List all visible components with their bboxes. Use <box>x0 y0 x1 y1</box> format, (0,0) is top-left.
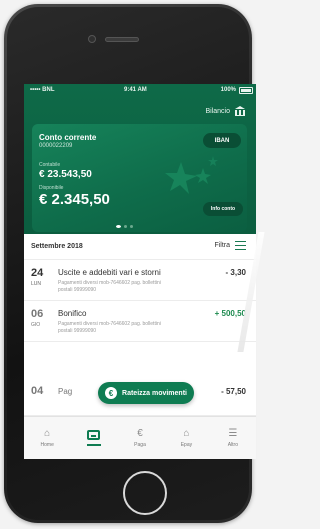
tab-label: Paga <box>134 441 146 448</box>
contabile-label: Contabile <box>39 162 61 168</box>
month-label: Settembre 2018 <box>31 243 83 250</box>
filter-icon <box>235 241 246 250</box>
transaction-day: 04 <box>31 385 44 397</box>
transaction-title: Uscite e addebiti vari e storni <box>58 268 161 277</box>
tab-label: Home <box>40 441 54 448</box>
tab-paga[interactable]: € Paga <box>117 417 163 459</box>
iban-button[interactable]: IBAN <box>203 133 241 148</box>
battery-icon <box>239 87 253 94</box>
transaction-title: Bonifico <box>58 309 87 318</box>
transaction-amount: + 500,50 <box>214 309 246 318</box>
status-bar: ••••• BNL 9:41 AM 100% <box>24 84 256 98</box>
pager-dot <box>116 225 121 228</box>
account-title: Conto corrente <box>39 133 97 142</box>
bnl-stars-logo <box>165 156 218 194</box>
pager-dot <box>124 225 127 228</box>
transaction-weekday: GIO <box>31 322 41 328</box>
euro-refresh-icon: € <box>105 387 118 399</box>
transaction-row[interactable]: 24 LUN Uscite e addebiti vari e storni P… <box>24 260 256 301</box>
tab-conto[interactable] <box>70 417 116 459</box>
battery-percent: 100% <box>220 87 236 93</box>
info-conto-button[interactable]: Info conto <box>203 202 243 216</box>
home-button[interactable] <box>123 471 167 515</box>
transaction-amount: - 57,50 <box>221 387 246 396</box>
account-card[interactable]: Conto corrente 0000022209 IBAN Contabile… <box>32 124 247 232</box>
euro-icon: € <box>137 427 143 439</box>
account-header: ••••• BNL 9:41 AM 100% Bilancio Conto co… <box>24 84 256 234</box>
earpiece-speaker <box>105 37 139 42</box>
transaction-subtitle: Pagamenti diversi mob-7646602 pag. bolle… <box>58 280 161 293</box>
tab-altro[interactable]: ☰ Altro <box>210 417 256 459</box>
tab-label: Altro <box>227 441 238 448</box>
active-tab-indicator <box>86 444 101 446</box>
contabile-amount: € 23.543,50 <box>39 169 92 180</box>
card-pager[interactable] <box>116 225 133 228</box>
wallet-icon <box>87 430 101 440</box>
carrier-text: ••••• BNL <box>30 87 55 93</box>
disponibile-amount: € 2.345,50 <box>39 191 110 208</box>
account-number: 0000022209 <box>39 143 73 149</box>
bilancio-label: Bilancio <box>205 107 230 115</box>
clock-text: 9:41 AM <box>124 87 147 93</box>
filter-label: Filtra <box>214 242 230 249</box>
tab-home[interactable]: ⌂ Home <box>24 417 70 459</box>
bottom-tab-bar: ⌂ Home € Paga ⌂ Epay ☰ Altro <box>24 416 256 459</box>
transactions-header: Settembre 2018 Filtra <box>24 234 256 260</box>
bank-icon <box>234 106 246 116</box>
transaction-weekday: LUN <box>31 281 42 287</box>
rateizza-label: Rateizza movimenti <box>122 389 187 397</box>
app-screen: ••••• BNL 9:41 AM 100% Bilancio Conto co… <box>24 84 256 459</box>
transaction-row[interactable]: 06 GIO Bonifico Pagamenti diversi mob-76… <box>24 301 256 342</box>
rateizza-button[interactable]: € Rateizza movimenti <box>98 382 194 404</box>
menu-icon: ☰ <box>228 427 238 439</box>
filter-button[interactable]: Filtra <box>214 241 246 250</box>
shop-icon: ⌂ <box>183 427 190 439</box>
tab-label: Epay <box>180 441 193 448</box>
transaction-row[interactable]: 04 Pag - 57,50 <box>24 342 256 416</box>
tab-epay[interactable]: ⌂ Epay <box>163 417 209 459</box>
transaction-day: 06 <box>31 308 44 320</box>
bilancio-button[interactable]: Bilancio <box>205 106 246 116</box>
transaction-day: 24 <box>31 267 44 279</box>
pager-dot <box>130 225 133 228</box>
transaction-subtitle: Pagamenti diversi mob-7646602 pag. bolle… <box>58 321 161 334</box>
front-camera <box>88 35 96 43</box>
home-icon: ⌂ <box>44 427 51 439</box>
transaction-title: Pag <box>58 387 73 396</box>
transaction-amount: - 3,30 <box>225 268 246 277</box>
